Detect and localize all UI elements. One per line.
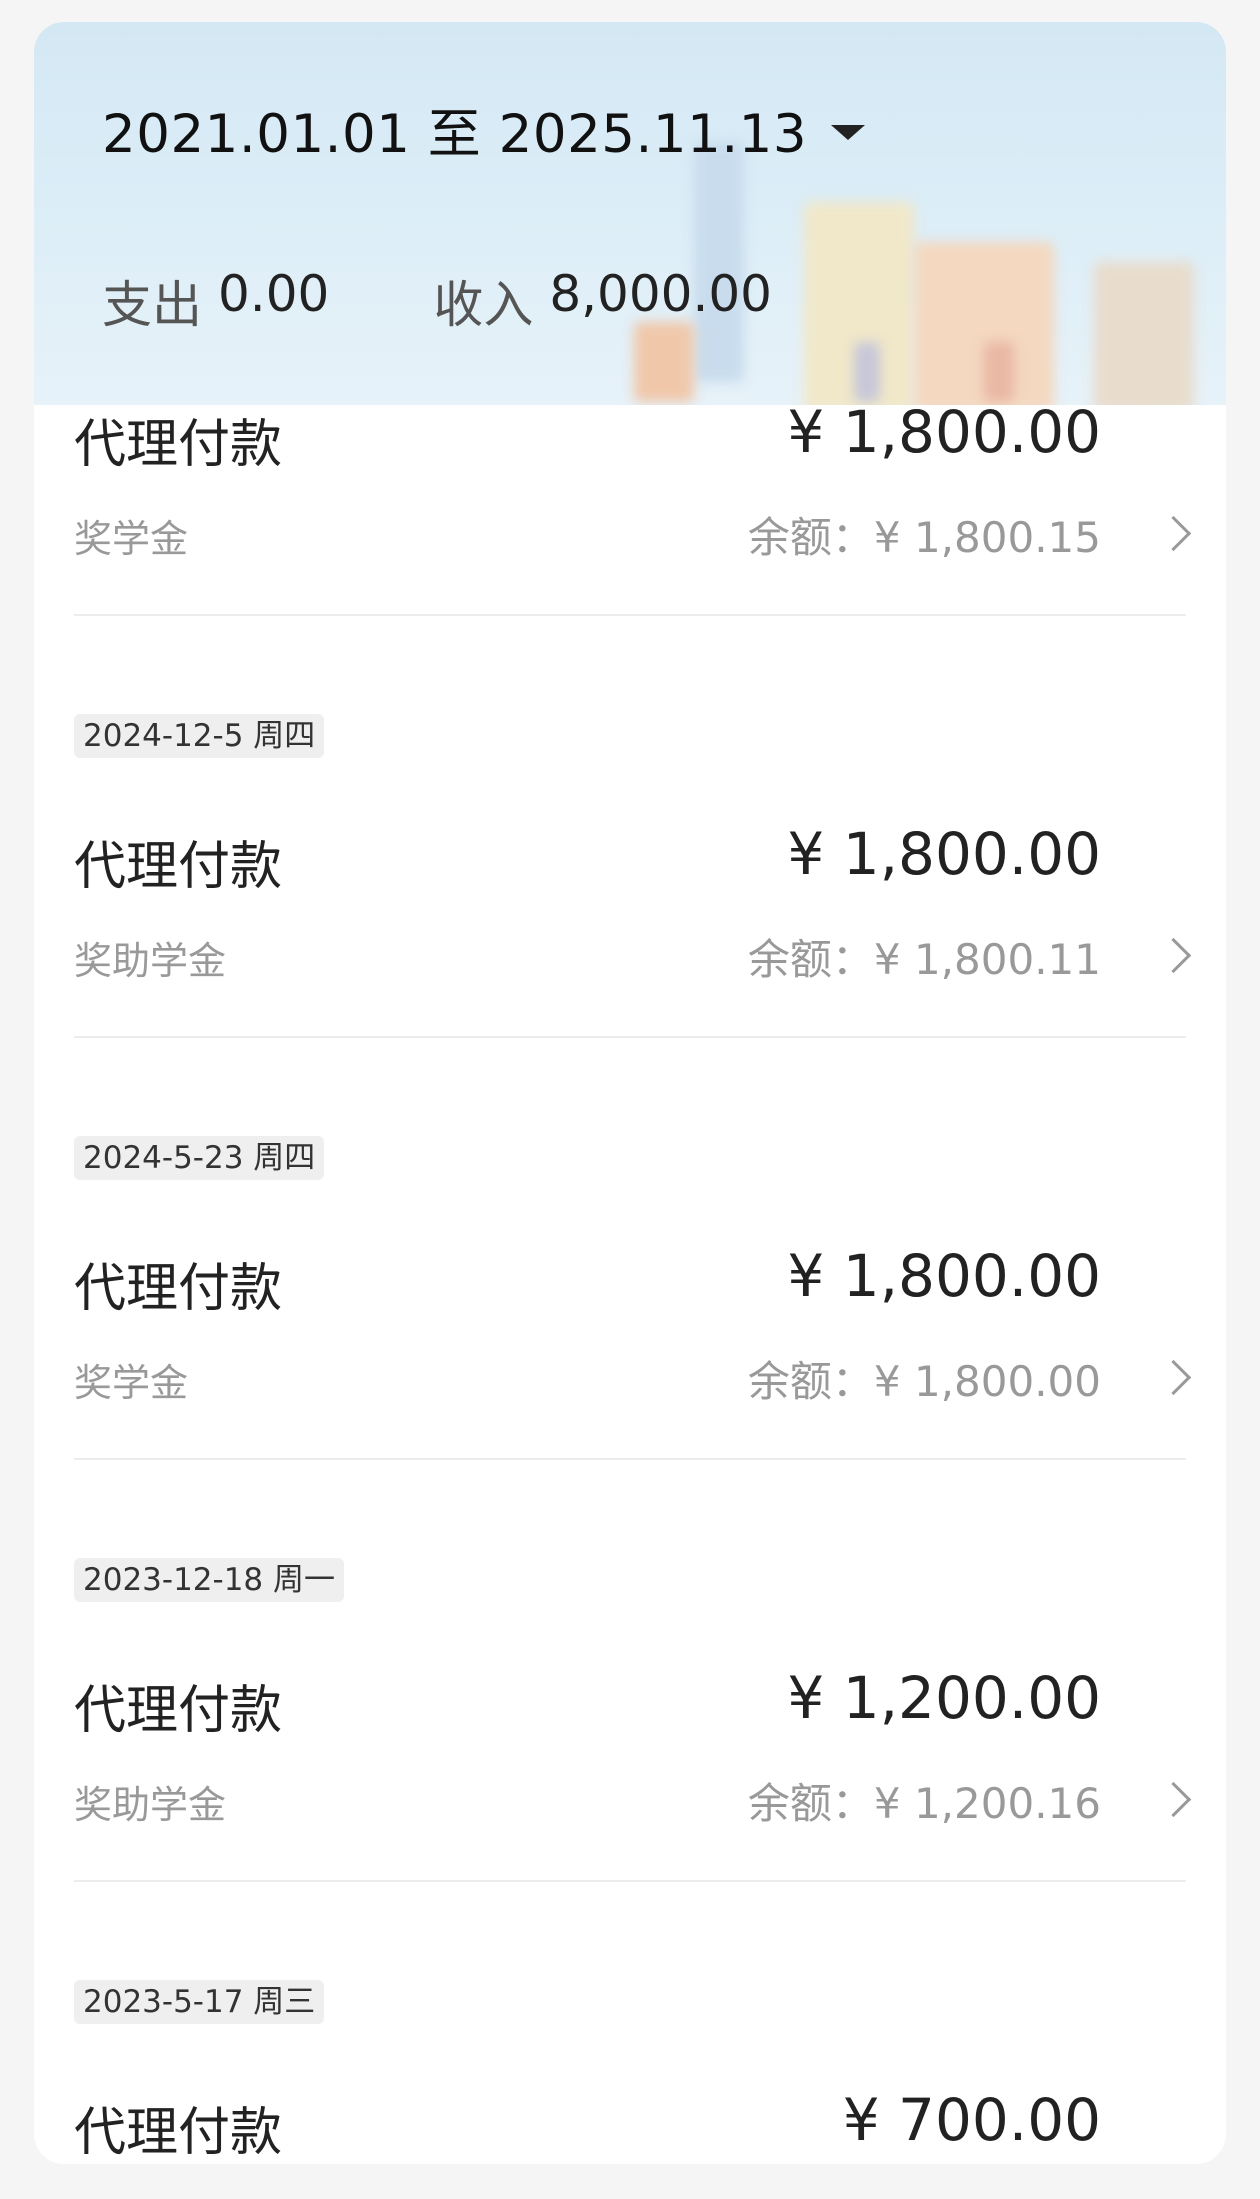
income-label: 收入 <box>433 276 534 334</box>
transaction-balance: 余额：¥ 1,800.00 <box>747 1357 1101 1406</box>
transaction-title: 代理付款 <box>74 837 283 897</box>
divider <box>74 614 1186 616</box>
chevron-right-icon[interactable] <box>1155 1359 1192 1396</box>
transactions-card: 代理付款 ¥ 1,800.00 奖学金 余额：¥ 1,800.15 2024-1… <box>34 22 1226 2164</box>
chevron-right-icon[interactable] <box>1155 1781 1192 1818</box>
transaction-title: 代理付款 <box>74 2103 283 2163</box>
transaction-balance: 余额：¥ 1,800.15 <box>747 513 1101 562</box>
expense-label: 支出 <box>102 276 202 334</box>
date-badge: 2023-12-18 周一 <box>74 1558 345 1602</box>
expense-total: 支出 0.00 <box>102 265 329 337</box>
transaction-balance: 余额：¥ 1,200.16 <box>747 1779 1101 1828</box>
expense-value: 0.00 <box>218 265 330 323</box>
divider <box>74 1036 1186 1038</box>
caret-down-icon <box>831 124 866 140</box>
transaction-amount: ¥ 1,800.00 <box>787 1242 1101 1310</box>
transaction-amount: ¥ 700.00 <box>842 2086 1101 2154</box>
summary-header: 2021.01.01 至 2025.11.13 支出 0.00 收入 8,000… <box>34 22 1226 405</box>
transaction-category: 奖助学金 <box>74 1783 227 1827</box>
chevron-right-icon[interactable] <box>1155 515 1192 552</box>
transaction-category: 奖学金 <box>74 1361 189 1405</box>
transaction-title: 代理付款 <box>74 1259 283 1319</box>
date-badge: 2023-5-17 周三 <box>74 1980 325 2024</box>
transaction-amount: ¥ 1,200.00 <box>787 1664 1101 1732</box>
transaction-balance: 余额：¥ 1,800.11 <box>747 935 1101 984</box>
date-badge: 2024-5-23 周四 <box>74 1136 325 1180</box>
chevron-right-icon[interactable] <box>1155 937 1192 974</box>
transaction-category: 奖学金 <box>74 517 189 561</box>
date-badge: 2024-12-5 周四 <box>74 714 325 758</box>
divider <box>74 1880 1186 1882</box>
income-value: 8,000.00 <box>549 265 772 323</box>
divider <box>74 1458 1186 1460</box>
transaction-amount: ¥ 1,800.00 <box>787 398 1101 466</box>
income-total: 收入 8,000.00 <box>433 265 772 337</box>
transaction-title: 代理付款 <box>74 1681 283 1741</box>
totals-summary: 支出 0.00 收入 8,000.00 <box>102 265 772 337</box>
date-range-label: 2021.01.01 至 2025.11.13 <box>102 104 808 165</box>
transaction-title: 代理付款 <box>74 415 283 475</box>
date-range-selector[interactable]: 2021.01.01 至 2025.11.13 <box>102 92 866 168</box>
transaction-amount: ¥ 1,800.00 <box>787 820 1101 888</box>
transaction-category: 奖助学金 <box>74 939 227 983</box>
